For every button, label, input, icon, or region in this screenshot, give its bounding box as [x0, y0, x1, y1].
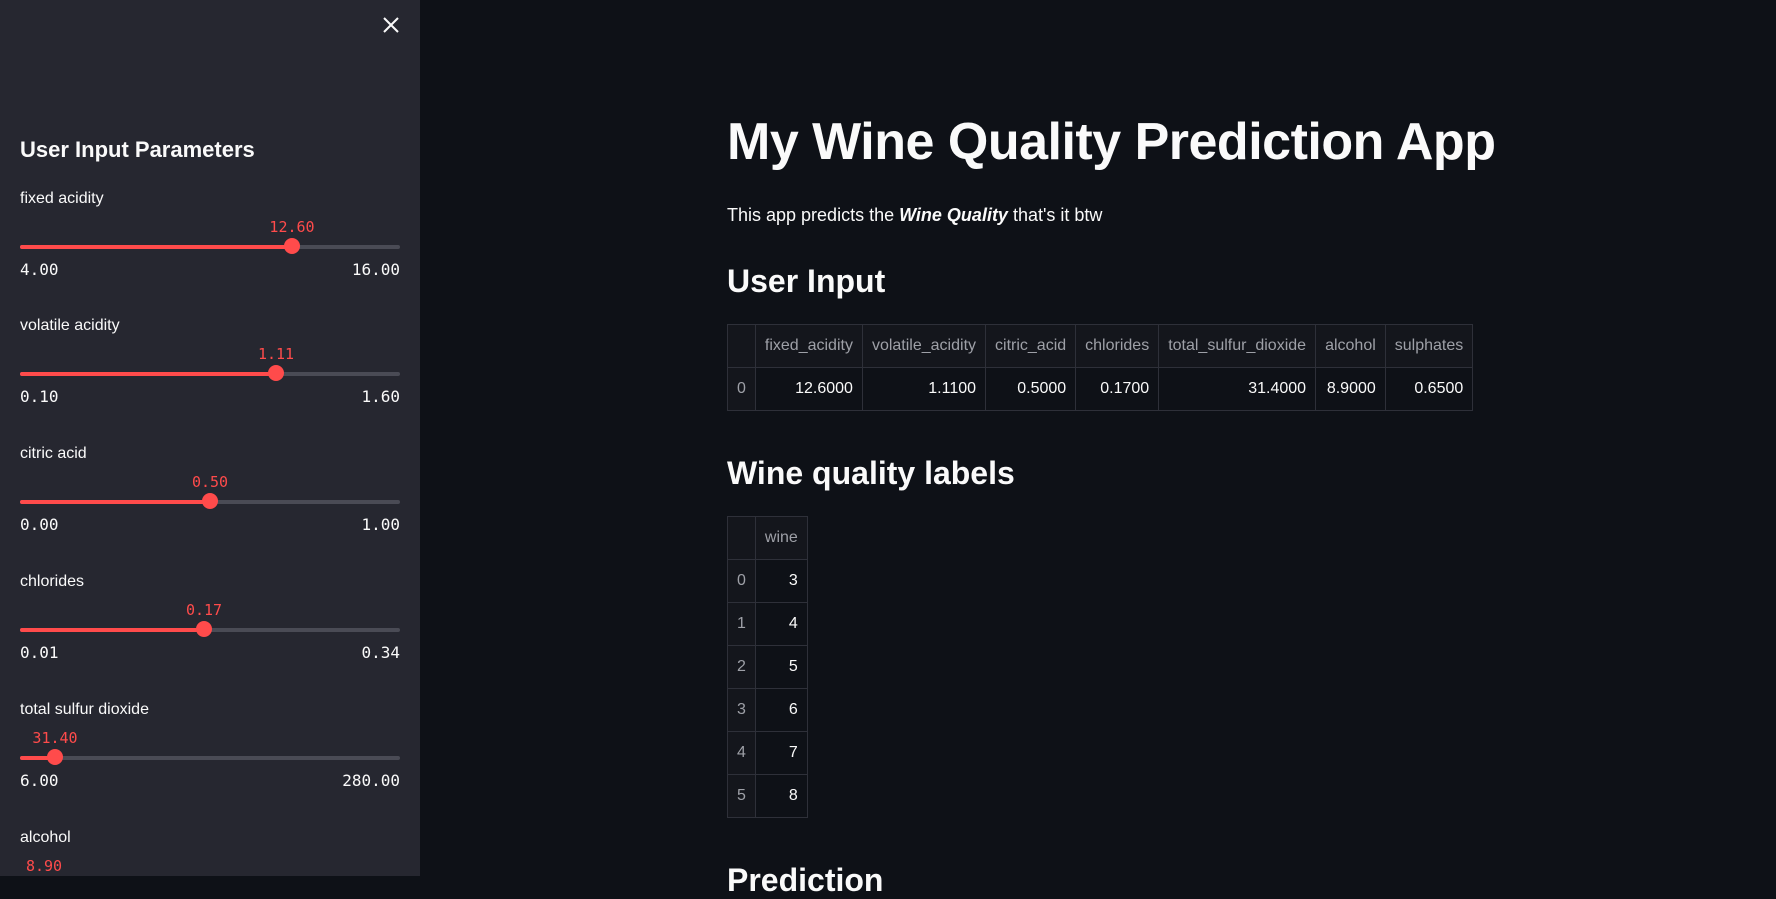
- intro-text: This app predicts the Wine Quality that'…: [727, 205, 1102, 226]
- slider-thumb[interactable]: [284, 238, 300, 254]
- sidebar-header: User Input Parameters: [20, 137, 255, 162]
- column-header[interactable]: chlorides: [1075, 324, 1160, 368]
- table-cell[interactable]: 3: [754, 559, 808, 603]
- table-cell[interactable]: 4: [754, 602, 808, 646]
- table-cell[interactable]: 0.1700: [1075, 367, 1160, 411]
- column-header[interactable]: [727, 516, 756, 560]
- slider-label: chlorides: [20, 573, 85, 590]
- slider-fill: [20, 372, 276, 376]
- slider-label: fixed acidity: [20, 190, 104, 207]
- slider-alcohol[interactable]: alcohol 8.90: [20, 829, 400, 876]
- labels-heading: Wine quality labels: [727, 455, 1015, 491]
- table-cell[interactable]: 0.6500: [1384, 367, 1474, 411]
- slider-thumb[interactable]: [268, 365, 284, 381]
- slider-chlorides[interactable]: chlorides 0.17 0.01 0.34: [20, 573, 400, 683]
- slider-fixed-acidity[interactable]: fixed acidity 12.60 4.00 16.00: [20, 190, 400, 300]
- column-header[interactable]: volatile_acidity: [861, 324, 987, 368]
- column-header[interactable]: citric_acid: [985, 324, 1077, 368]
- slider-max: 1.60: [361, 387, 400, 406]
- table-row: 25: [727, 645, 808, 689]
- slider-volatile-acidity[interactable]: volatile acidity 1.11 0.10 1.60: [20, 317, 400, 427]
- intro-suffix: that's it btw: [1007, 205, 1103, 225]
- slider-label: citric acid: [20, 445, 87, 462]
- slider-label: total sulfur dioxide: [20, 701, 149, 718]
- slider-total-sulfur-dioxide[interactable]: total sulfur dioxide 31.40 6.00 280.00: [20, 701, 400, 811]
- table-cell[interactable]: 0.5000: [985, 367, 1077, 411]
- table-cell[interactable]: 8.9000: [1315, 367, 1386, 411]
- slider-thumb[interactable]: [202, 493, 218, 509]
- intro-emphasis: Wine Quality: [899, 205, 1008, 225]
- row-index[interactable]: 0: [727, 367, 756, 411]
- row-index[interactable]: 2: [727, 645, 756, 689]
- table-row: 03: [727, 559, 808, 603]
- slider-max: 280.00: [342, 771, 400, 790]
- slider-thumb[interactable]: [196, 621, 212, 637]
- slider-fill: [20, 628, 204, 632]
- slider-thumb[interactable]: [47, 749, 63, 765]
- table-cell[interactable]: 8: [754, 774, 808, 818]
- table-row: 47: [727, 731, 808, 775]
- slider-value: 0.17: [185, 601, 223, 619]
- column-header[interactable]: fixed_acidity: [754, 324, 863, 368]
- slider-fill: [20, 500, 210, 504]
- page-title: My Wine Quality Prediction App: [727, 113, 1496, 171]
- slider-max: 1.00: [361, 515, 400, 534]
- table-cell[interactable]: 5: [754, 645, 808, 689]
- slider-max: 16.00: [351, 260, 400, 279]
- slider-value: 8.90: [25, 857, 63, 875]
- slider-fill: [20, 245, 292, 249]
- table-row: 36: [727, 688, 808, 732]
- close-icon: [383, 17, 399, 33]
- column-header[interactable]: total_sulfur_dioxide: [1158, 324, 1317, 368]
- slider-label: volatile acidity: [20, 317, 120, 334]
- row-index[interactable]: 3: [727, 688, 756, 732]
- column-header[interactable]: wine: [754, 516, 808, 560]
- slider-track[interactable]: [20, 756, 400, 760]
- slider-track[interactable]: [20, 372, 400, 376]
- table-row: 0 12.6000 1.1100 0.5000 0.1700 31.4000 8.9000 0…: [727, 367, 1474, 411]
- row-index[interactable]: 0: [727, 559, 756, 603]
- table-cell[interactable]: 31.4000: [1158, 367, 1317, 411]
- slider-track[interactable]: [20, 245, 400, 249]
- labels-table-viewport[interactable]: wine 031425364758: [727, 516, 818, 818]
- column-header[interactable]: sulphates: [1384, 324, 1474, 368]
- slider-min: 6.00: [20, 771, 59, 790]
- user-input-table[interactable]: fixed_acidity volatile_acidity citric_acid…: [727, 324, 1474, 411]
- slider-value: 31.40: [32, 729, 78, 747]
- column-header[interactable]: alcohol: [1315, 324, 1386, 368]
- slider-min: 0.10: [20, 387, 59, 406]
- intro-prefix: This app predicts the: [727, 205, 900, 225]
- table-cell[interactable]: 7: [754, 731, 808, 775]
- labels-table[interactable]: wine 031425364758: [727, 516, 808, 818]
- column-header[interactable]: [727, 324, 756, 368]
- slider-max: 0.34: [361, 643, 400, 662]
- table-cell[interactable]: 1.1100: [861, 367, 987, 411]
- sidebar: User Input Parameters fixed acidity 12.60…: [0, 0, 420, 876]
- slider-citric-acid[interactable]: citric acid 0.50 0.00 1.00: [20, 445, 400, 555]
- table-row: 14: [727, 602, 808, 646]
- slider-value: 1.11: [257, 345, 295, 363]
- slider-label: alcohol: [20, 829, 71, 846]
- row-index[interactable]: 4: [727, 731, 756, 775]
- slider-value: 12.60: [269, 218, 315, 236]
- table-cell[interactable]: 12.6000: [754, 367, 863, 411]
- row-index[interactable]: 5: [727, 774, 756, 818]
- slider-min: 0.00: [20, 515, 59, 534]
- row-index[interactable]: 1: [727, 602, 756, 646]
- slider-min: 0.01: [20, 643, 59, 662]
- slider-min: 4.00: [20, 260, 59, 279]
- prediction-heading: Prediction: [727, 862, 884, 898]
- table-cell[interactable]: 6: [754, 688, 808, 732]
- main-content: My Wine Quality Prediction App This app …: [727, 0, 1727, 898]
- slider-value: 0.50: [191, 473, 229, 491]
- close-sidebar-button[interactable]: [378, 12, 404, 38]
- user-input-heading: User Input: [727, 263, 886, 299]
- table-row: 58: [727, 774, 808, 818]
